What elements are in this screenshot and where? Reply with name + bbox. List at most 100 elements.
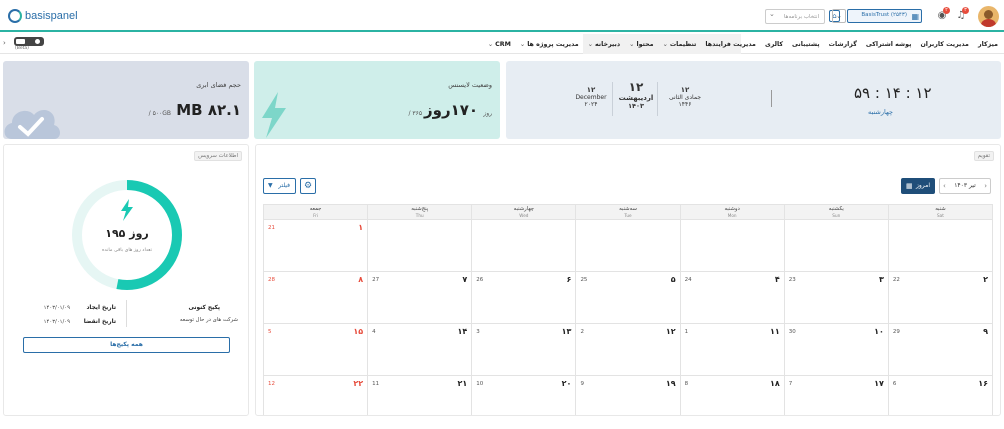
company-select-chevron-icon[interactable]: ⌄	[832, 9, 846, 23]
logo[interactable]: basispanel	[8, 9, 78, 23]
jalali-day-number: ۱۲	[665, 327, 676, 336]
calendar-day[interactable]: ۲ 22	[887, 272, 992, 323]
all-packages-button[interactable]: همه پکیج‌ها	[23, 337, 230, 353]
calendar-day[interactable]: ۱۱ 1	[679, 324, 784, 375]
calendar-day[interactable]: ۸ 28	[264, 272, 367, 323]
settings-gear-icon[interactable]: ⚙	[300, 178, 316, 194]
nav-item[interactable]: میزکار	[978, 41, 998, 48]
weekday-header: یکشنبه Sun	[783, 205, 888, 219]
filter-button[interactable]: فیلتر	[263, 178, 296, 194]
hijri-year: ۱۴۴۶	[678, 101, 692, 108]
company-name: BasisTrust (۲۵۴۳)	[861, 12, 907, 18]
jalali-year: ۱۴۰۳	[628, 102, 644, 110]
sidebar-expand-chevron-icon[interactable]: ›	[3, 39, 6, 47]
hijri-month: جمادی الثانی	[668, 94, 702, 101]
calendar-day[interactable]	[575, 220, 680, 271]
calendar-day[interactable]: ۷ 27	[367, 272, 471, 323]
nav-item[interactable]: تنظیمات	[663, 41, 697, 48]
calendar-day[interactable]	[367, 220, 472, 271]
license-value: / ۳۶۵ روز ۱۷۰روز	[408, 101, 492, 119]
gregorian-day-number: 26	[476, 277, 484, 283]
nav-item[interactable]: محتوا	[629, 41, 653, 48]
gregorian-day-number: 7	[788, 381, 793, 387]
gregorian-day: ۱۲	[586, 86, 596, 94]
jalali-day-number: ۲۰	[561, 379, 572, 388]
info-divider	[126, 300, 127, 327]
hijri-date: ۱۲ جمادی الثانی ۱۴۴۶	[666, 86, 704, 108]
nav-item[interactable]: پشتیبانی	[792, 41, 820, 48]
next-month-chevron-icon[interactable]: ›	[984, 179, 987, 193]
nav-item[interactable]: گزارشات	[829, 41, 857, 48]
nav-item[interactable]: CRM	[488, 41, 511, 48]
gregorian-day-number: 29	[892, 329, 900, 335]
avatar[interactable]	[978, 6, 999, 27]
today-button[interactable]: امروز	[901, 178, 935, 194]
calendar-day[interactable]: ۲۱ 11	[367, 376, 471, 415]
calendar-day[interactable]: ۱۵ 5	[264, 324, 367, 375]
company-selector[interactable]: BasisTrust (۲۵۴۳) ▦	[847, 9, 922, 23]
calendar-week-row: ۲ 22 ۳ 23 ۴ 24 ۵ 25 ۶ 26 ۷ 27 ۸ 28	[263, 272, 993, 324]
storage-used: MB ۸۲.۱	[176, 101, 241, 119]
gregorian-day-number: 10	[476, 381, 484, 387]
calendar-day[interactable]: ۴ 24	[679, 272, 784, 323]
date-separator	[657, 82, 658, 116]
weekday-name: سه‌شنبه	[619, 206, 637, 212]
calendar-day[interactable]: ۲۰ 10	[471, 376, 575, 415]
nav-item[interactable]: کالری	[765, 41, 783, 48]
calendar-day[interactable]: ۹ 29	[887, 324, 992, 375]
calendar-day[interactable]	[887, 220, 992, 271]
nav-item[interactable]: دبیرخانه	[588, 41, 620, 48]
license-card: وضعیت لایسنس / ۳۶۵ روز ۱۷۰روز	[254, 61, 500, 139]
beta-toggle[interactable]	[14, 37, 44, 46]
jalali-day-number: ۸	[358, 275, 364, 284]
calendar-day[interactable]: ۱۸ 8	[679, 376, 784, 415]
nav-item[interactable]: مدیریت کاربران	[920, 41, 969, 48]
calendar-day[interactable]: ۱ 21	[264, 220, 367, 271]
gregorian-day-number: 21	[268, 225, 276, 231]
jalali-day-number: ۱۹	[665, 379, 676, 388]
prev-month-chevron-icon[interactable]: ‹	[943, 179, 946, 193]
month-navigator: ‹ تیر ۱۴۰۳ ›	[939, 178, 991, 194]
nav-items: میزکار مدیریت کاربران پوشه اشتراکی گزارشات پ…	[488, 34, 998, 54]
date-divider	[771, 90, 772, 107]
calendar-day[interactable]: ۱۷ 7	[783, 376, 888, 415]
calendar-day[interactable]: ۲۲ 12	[264, 376, 367, 415]
calendar-day[interactable]: ۶ 26	[471, 272, 575, 323]
weekday-abbr: Thu	[415, 213, 424, 218]
calendar-day[interactable]	[679, 220, 784, 271]
date-separator	[612, 82, 613, 116]
weekday-header: شنبه Sat	[887, 205, 992, 219]
hijri-day: ۱۲	[680, 86, 690, 94]
top-bar: basispanel انتخاب برنامه‌ها ⌂ ⌄ BasisTru…	[0, 0, 1004, 32]
calendar-day[interactable]	[783, 220, 888, 271]
days-left-caption: تعداد روز های باقی مانده	[102, 248, 152, 253]
jalali-day-number: ۱۳	[561, 327, 572, 336]
weekday-abbr: Sun	[832, 213, 841, 218]
messages-badge: ۲	[943, 7, 950, 14]
jalali-day-number: ۲۱	[457, 379, 468, 388]
calendar-day[interactable]: ۱۰ 30	[783, 324, 888, 375]
gregorian-year: ۲۰۲۴	[584, 101, 598, 108]
calendar-day[interactable]: ۳ 23	[783, 272, 888, 323]
nav-item[interactable]: مدیریت فرایندها	[705, 41, 756, 48]
nav-item[interactable]: مدیریت پروژه ها	[520, 41, 579, 48]
cloud-check-icon	[4, 110, 60, 139]
jalali-day-number: ۳	[878, 275, 884, 284]
building-icon: ▦	[911, 12, 919, 21]
service-info-panel: اطلاعات سرویس ۱۹۵ روز تعداد روز های باقی…	[3, 144, 249, 416]
app-search-input[interactable]: انتخاب برنامه‌ها	[765, 9, 825, 24]
nav-item[interactable]: پوشه اشتراکی	[866, 41, 912, 48]
days-left: ۱۹۵ روز	[105, 227, 149, 240]
calendar-day[interactable]	[471, 220, 576, 271]
calendar-day[interactable]: ۵ 25	[575, 272, 679, 323]
main-nav: میزکار مدیریت کاربران پوشه اشتراکی گزارشات پ…	[0, 34, 1004, 54]
calendar-day[interactable]: ۱۹ 9	[575, 376, 679, 415]
calendar-week-row: ۹ 29 ۱۰ 30 ۱۱ 1 ۱۲ 2 ۱۳ 3 ۱۴ 4 ۱۵ 5	[263, 324, 993, 376]
jalali-day-number: ۲۲	[353, 379, 364, 388]
calendar-day[interactable]: ۱۴ 4	[367, 324, 471, 375]
calendar-week-row: ۱۶ 6 ۱۷ 7 ۱۸ 8 ۱۹ 9 ۲۰ 10 ۲۱ 11 ۲۲ 12	[263, 376, 993, 415]
calendar-day[interactable]: ۱۶ 6	[887, 376, 992, 415]
calendar-day[interactable]: ۱۲ 2	[575, 324, 679, 375]
calendar-day[interactable]: ۱۳ 3	[471, 324, 575, 375]
jalali-day-number: ۵	[670, 275, 676, 284]
